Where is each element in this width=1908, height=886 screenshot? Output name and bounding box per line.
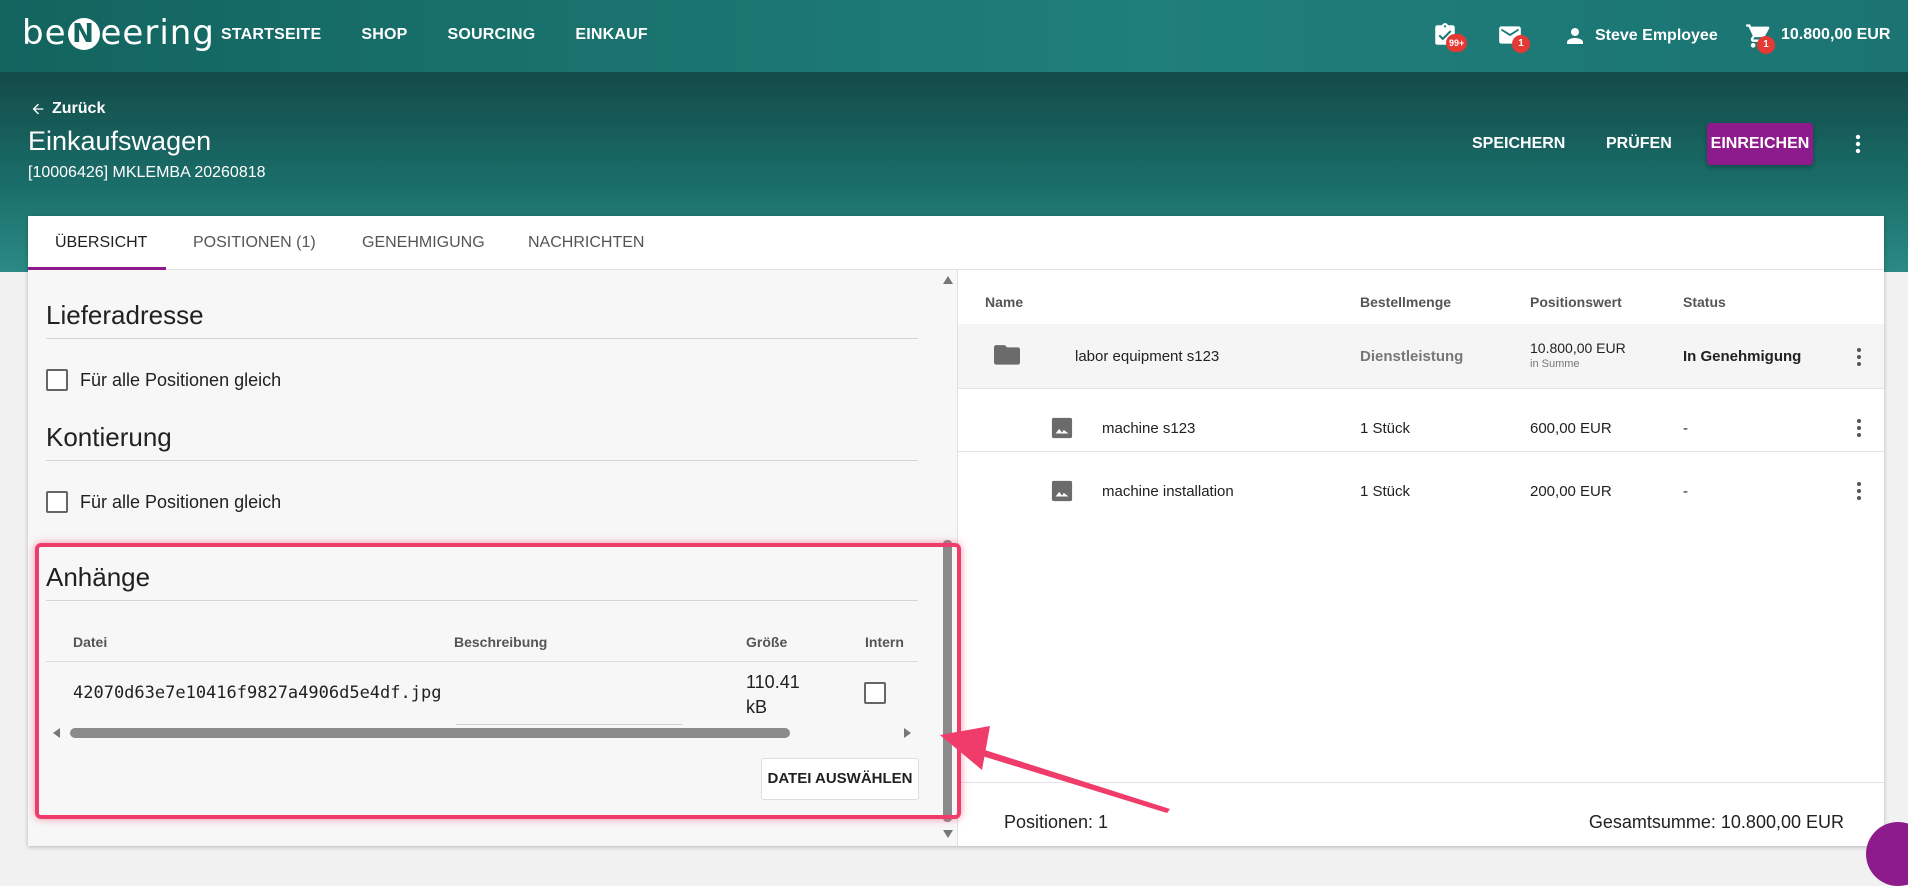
top-app-bar: be Neering STARTSEITE SHOP SOURCING EINKA…: [0, 0, 1908, 72]
approvals-button[interactable]: 99+: [1432, 22, 1468, 52]
scroll-down-arrow[interactable]: [943, 830, 953, 838]
position-name: labor equipment s123: [1075, 348, 1220, 365]
attachments-title: Anhänge: [46, 562, 151, 592]
user-name: Steve Employee: [1595, 27, 1718, 44]
beneering-logo[interactable]: be Neering: [22, 13, 215, 53]
position-name: machine s123: [1102, 420, 1196, 437]
cart-card: ÜBERSICHT POSITIONEN (1) GENEHMIGUNG NAC…: [28, 216, 1884, 846]
divider: [46, 661, 918, 662]
col-status: Status: [1683, 294, 1726, 310]
attachment-description-input[interactable]: [456, 724, 682, 725]
scroll-up-arrow[interactable]: [943, 276, 953, 284]
divider: [958, 782, 1884, 783]
submit-button[interactable]: EINREICHEN: [1707, 123, 1813, 165]
divider: [958, 388, 1884, 389]
cart-button[interactable]: 1: [1745, 22, 1775, 54]
page-more-button[interactable]: [1846, 130, 1870, 163]
cart-total[interactable]: 10.800,00 EUR: [1781, 26, 1890, 44]
tab-overview[interactable]: ÜBERSICHT: [55, 234, 147, 252]
account-assignment-title: Kontierung: [46, 422, 172, 452]
positions-count: Positionen: 1: [1004, 812, 1109, 832]
position-name: machine installation: [1102, 483, 1234, 500]
tab-approval[interactable]: GENEHMIGUNG: [362, 234, 485, 252]
check-button[interactable]: PRÜFEN: [1606, 124, 1672, 164]
attachment-file-name[interactable]: 42070d63e7e10416f9827a4906d5e4df.jpg: [73, 683, 441, 703]
col-file: Datei: [73, 634, 108, 650]
user-menu[interactable]: Steve Employee: [1563, 24, 1718, 48]
more-vert-icon[interactable]: [1854, 480, 1864, 502]
position-value: 200,00 EUR: [1530, 483, 1612, 500]
image-icon: [1051, 417, 1073, 439]
grand-total: Gesamtsumme: 10.800,00 EUR: [1588, 812, 1844, 832]
position-quantity: 1 Stück: [1360, 420, 1411, 437]
position-value-note: in Summe: [1530, 358, 1580, 370]
save-button[interactable]: SPEICHERN: [1472, 124, 1565, 164]
back-link[interactable]: Zurück: [30, 100, 105, 118]
mail-badge: 1: [1512, 35, 1530, 53]
col-size: Größe: [746, 634, 788, 650]
account-same-checkbox[interactable]: [46, 491, 68, 513]
scroll-right-arrow[interactable]: [904, 728, 911, 738]
folder-icon: [994, 345, 1020, 365]
position-quantity: 1 Stück: [1360, 483, 1411, 500]
arrow-left-icon: [32, 103, 44, 115]
attachment-internal-checkbox[interactable]: [864, 682, 886, 704]
cart-identifier: [10006426] MKLEMBA 20260818: [28, 164, 266, 181]
tab-bar: ÜBERSICHT POSITIONEN (1) GENEHMIGUNG NAC…: [28, 216, 1884, 270]
cart-badge: 1: [1757, 36, 1775, 54]
col-value: Positionswert: [1530, 294, 1622, 310]
nav-einkauf[interactable]: EINKAUF: [575, 26, 648, 44]
image-icon: [1051, 480, 1073, 502]
position-value: 10.800,00 EUR: [1530, 340, 1626, 356]
position-status: -: [1683, 483, 1688, 500]
more-vert-icon: [1855, 134, 1861, 154]
horizontal-scrollbar[interactable]: [70, 728, 790, 738]
divider: [958, 451, 1884, 452]
main-nav: STARTSEITE SHOP SOURCING EINKAUF: [221, 26, 688, 44]
tab-positions[interactable]: POSITIONEN (1): [193, 234, 316, 252]
page-title: Einkaufswagen: [28, 126, 212, 156]
back-label: Zurück: [52, 100, 106, 117]
approvals-badge: 99+: [1446, 34, 1468, 52]
person-icon: [1567, 28, 1583, 44]
attachment-size: 110.41 kB: [746, 672, 800, 717]
position-value: 600,00 EUR: [1530, 420, 1612, 437]
overview-panel: Lieferadresse Für alle Positionen gleich…: [28, 270, 958, 846]
nav-startseite[interactable]: STARTSEITE: [221, 26, 321, 44]
delivery-same-label: Für alle Positionen gleich: [80, 370, 282, 390]
col-description: Beschreibung: [454, 634, 548, 650]
position-status: In Genehmigung: [1683, 348, 1802, 365]
vertical-scrollbar[interactable]: [943, 540, 952, 822]
divider: [46, 338, 918, 339]
divider: [46, 460, 918, 461]
position-quantity: Dienstleistung: [1360, 348, 1464, 365]
col-internal: Intern: [865, 634, 904, 650]
delivery-address-title: Lieferadresse: [46, 300, 204, 330]
scroll-left-arrow[interactable]: [53, 728, 60, 738]
position-status: -: [1683, 420, 1688, 437]
nav-shop[interactable]: SHOP: [361, 26, 407, 44]
tab-messages[interactable]: NACHRICHTEN: [528, 234, 644, 252]
more-vert-icon[interactable]: [1854, 417, 1864, 439]
col-quantity: Bestellmenge: [1360, 294, 1452, 310]
more-vert-icon[interactable]: [1854, 346, 1864, 368]
delivery-same-checkbox[interactable]: [46, 369, 68, 391]
messages-button[interactable]: 1: [1497, 22, 1530, 53]
positions-panel: Name Bestellmenge Positionswert Status l…: [958, 270, 1884, 846]
divider: [46, 600, 918, 601]
nav-sourcing[interactable]: SOURCING: [448, 26, 536, 44]
col-name: Name: [985, 294, 1024, 310]
account-same-label: Für alle Positionen gleich: [80, 492, 282, 512]
select-file-button[interactable]: DATEI AUSWÄHLEN: [761, 758, 919, 800]
